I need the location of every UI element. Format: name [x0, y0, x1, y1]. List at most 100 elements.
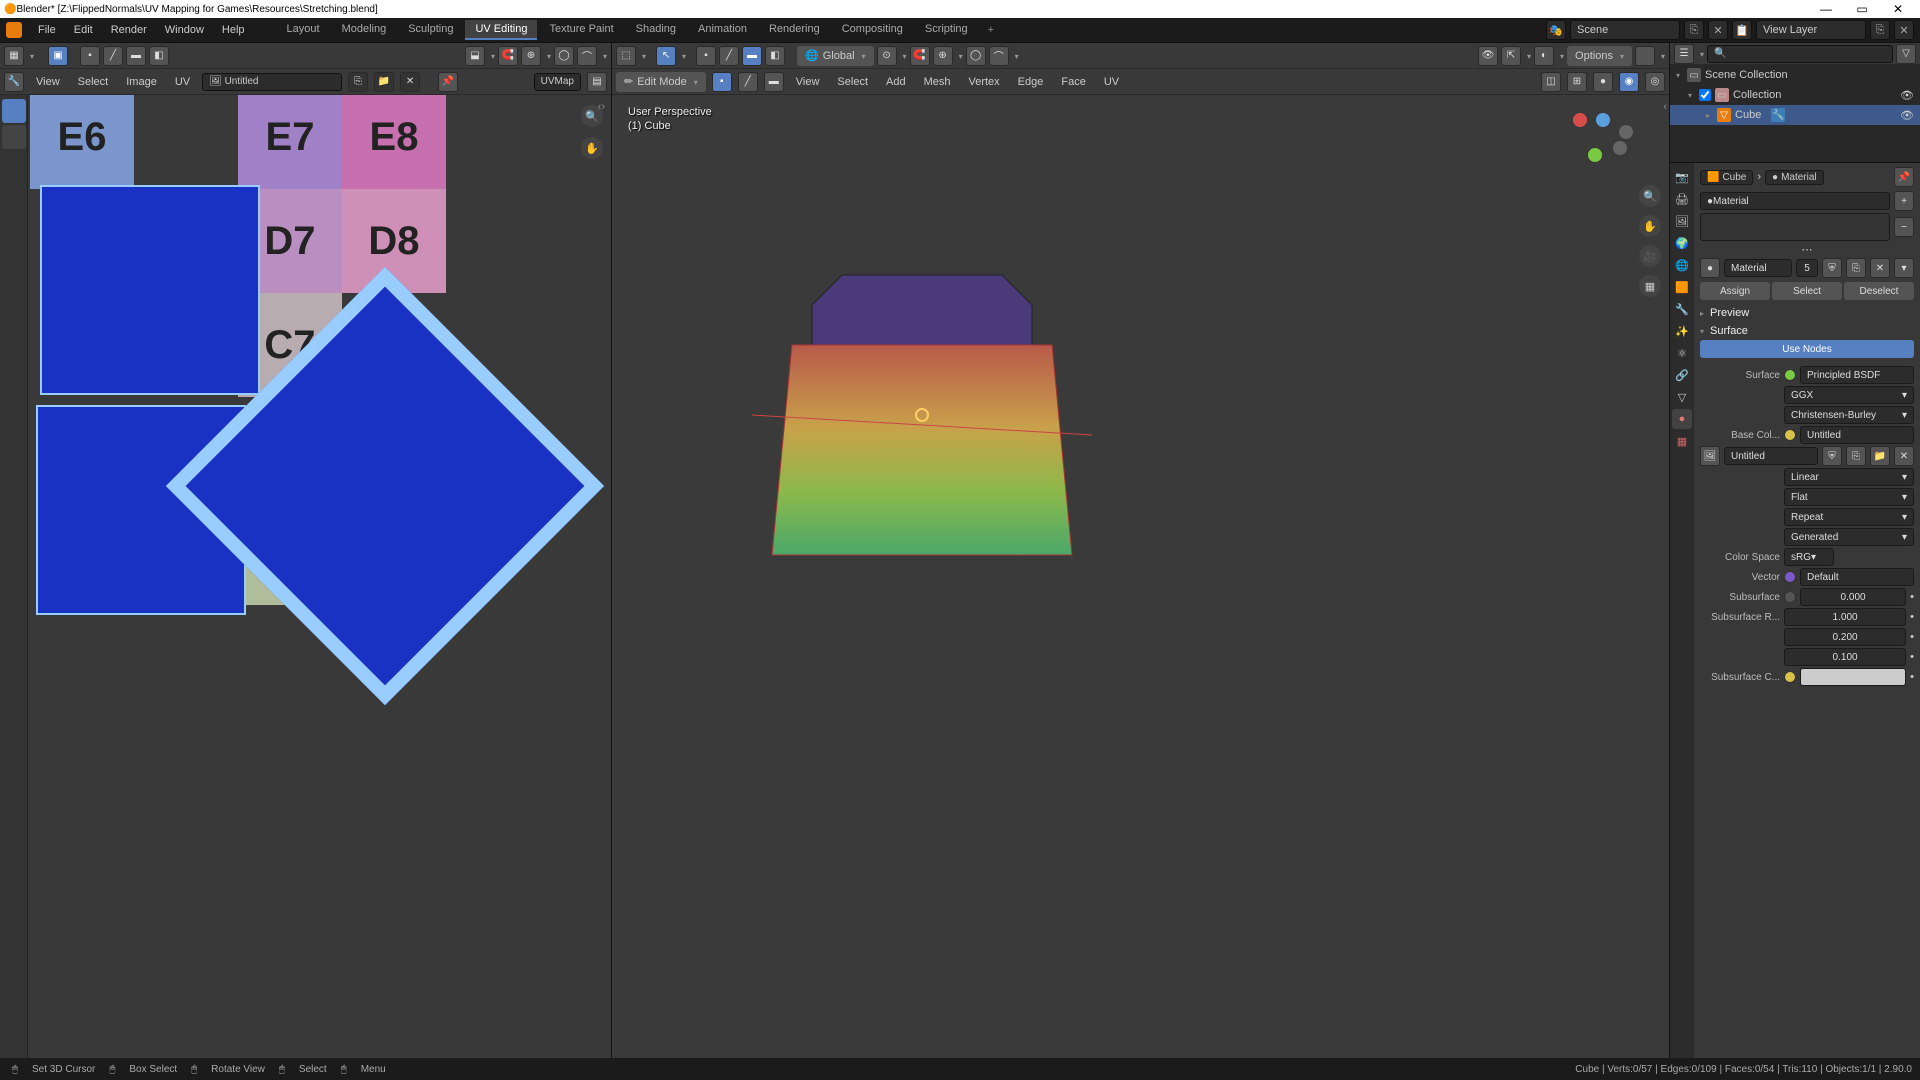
nav-gizmo[interactable] [1573, 113, 1633, 173]
modifier-icon[interactable]: 🔧 [1771, 108, 1785, 122]
extension-dropdown[interactable]: Repeat▾ [1784, 508, 1914, 526]
maximize-button[interactable]: ▭ [1844, 2, 1880, 16]
sr3-anim-icon[interactable]: • [1910, 651, 1914, 663]
scene-new-icon[interactable]: ⎘ [1684, 20, 1704, 40]
material-slot-empty[interactable] [1700, 213, 1890, 241]
uv-pan-icon[interactable]: ✋ [581, 137, 603, 159]
proptab-texture[interactable]: ▦ [1672, 431, 1692, 451]
vp-menu-uv[interactable]: UV [1098, 74, 1125, 90]
outliner-filter-icon[interactable]: ▽ [1896, 44, 1916, 64]
menu-window[interactable]: Window [157, 22, 212, 38]
tex-new-icon[interactable]: ⎘ [1846, 446, 1866, 466]
interp-dropdown[interactable]: Linear▾ [1784, 468, 1914, 486]
sr1-anim-icon[interactable]: • [1910, 611, 1914, 623]
vp-pivot-icon[interactable]: ⊙ [877, 46, 897, 66]
vector-socket-icon[interactable] [1784, 571, 1796, 583]
surface-shader-dropdown[interactable]: Principled BSDF [1800, 366, 1914, 384]
vp-orientation-dropdown[interactable]: 🌐 Global [797, 46, 874, 66]
vp-proportional-icon[interactable]: ◯ [966, 46, 986, 66]
subsurface-field[interactable]: 0.000 [1800, 588, 1906, 606]
editor-type-uv-icon[interactable]: ▦ [4, 46, 24, 66]
vp-component-face-icon[interactable]: ▬ [764, 72, 784, 92]
proptab-render[interactable]: 📷 [1672, 167, 1692, 187]
subsurface-r2-field[interactable]: 0.200 [1784, 628, 1906, 646]
menu-edit[interactable]: Edit [66, 22, 101, 38]
ws-compositing[interactable]: Compositing [832, 20, 913, 40]
menu-help[interactable]: Help [214, 22, 253, 38]
uv-sync-select-icon[interactable]: ▣ [48, 46, 68, 66]
vp-menu-mesh[interactable]: Mesh [918, 74, 957, 90]
slot-remove-icon[interactable]: − [1894, 217, 1914, 237]
vp-falloff-icon[interactable]: ⌒ [989, 46, 1009, 66]
subsurface-c-swatch[interactable] [1800, 668, 1906, 686]
uv-map-field[interactable]: UVMap [534, 73, 581, 91]
surface-socket-icon[interactable] [1784, 369, 1796, 381]
uv-tool-cursor[interactable] [2, 125, 26, 149]
subsurface-socket-icon[interactable] [1784, 591, 1796, 603]
vp-menu-vertex[interactable]: Vertex [962, 74, 1005, 90]
scene-delete-icon[interactable]: ✕ [1708, 20, 1728, 40]
uv-falloff-icon[interactable]: ⌒ [577, 46, 597, 66]
vp-menu-add[interactable]: Add [880, 74, 912, 90]
proptab-material[interactable]: ● [1672, 409, 1692, 429]
editor-type-3d-icon[interactable]: ⬚ [616, 46, 636, 66]
uv-snap-target-icon[interactable]: ⊕ [521, 46, 541, 66]
viewlayer-delete-icon[interactable]: ✕ [1894, 20, 1914, 40]
material-name-field[interactable]: Material [1724, 259, 1792, 277]
vp-shader-opts-icon[interactable] [1635, 46, 1655, 66]
ws-add-button[interactable]: + [980, 21, 1002, 39]
vp-selmode-face-icon[interactable]: ▬ [742, 46, 762, 66]
uv-sel-island-icon[interactable]: ◧ [149, 46, 169, 66]
outliner-search[interactable]: 🔍 [1707, 45, 1893, 63]
slot-menu-icon[interactable]: ⋯ [1802, 243, 1813, 256]
material-fake-icon[interactable]: ⛨ [1822, 258, 1842, 278]
tex-name-field[interactable]: Untitled [1724, 447, 1818, 465]
ws-texture-paint[interactable]: Texture Paint [539, 20, 623, 40]
uv-sel-vert-icon[interactable]: ▪ [80, 46, 100, 66]
proptab-particles[interactable]: ✨ [1672, 321, 1692, 341]
outliner-collection-row[interactable]: ▭ Collection 👁 [1670, 85, 1920, 105]
menu-file[interactable]: File [30, 22, 64, 38]
minimize-button[interactable]: — [1808, 2, 1844, 16]
sss-method-dropdown[interactable]: Christensen-Burley▾ [1784, 406, 1914, 424]
viewlayer-browse-icon[interactable]: 📋 [1732, 20, 1752, 40]
outliner-object-row[interactable]: ▽ Cube 🔧 👁 [1670, 105, 1920, 125]
proptab-viewlayer[interactable]: 🖼 [1672, 211, 1692, 231]
uv-toggle-sidebar[interactable]: ‹› [598, 101, 605, 113]
proptab-world[interactable]: 🌐 [1672, 255, 1692, 275]
ws-modeling[interactable]: Modeling [332, 20, 397, 40]
vp-menu-view[interactable]: View [790, 74, 826, 90]
use-nodes-button[interactable]: Use Nodes [1700, 340, 1914, 358]
dist-dropdown[interactable]: GGX▾ [1784, 386, 1914, 404]
material-slot[interactable]: ● Material [1700, 192, 1890, 210]
slot-add-icon[interactable]: + [1894, 191, 1914, 211]
vp-xray-icon[interactable]: ◫ [1541, 72, 1561, 92]
vp-visibility-icon[interactable]: 👁 [1478, 46, 1498, 66]
deselect-button[interactable]: Deselect [1844, 282, 1914, 300]
uv-proportional-icon[interactable]: ◯ [554, 46, 574, 66]
vp-selmode-vert-icon[interactable]: ▪ [696, 46, 716, 66]
vp-menu-select[interactable]: Select [831, 74, 874, 90]
object-visibility-icon[interactable]: 👁 [1900, 109, 1914, 122]
ws-scripting[interactable]: Scripting [915, 20, 978, 40]
prop-pin-icon[interactable]: 📌 [1894, 167, 1914, 187]
uv-image-unlink-icon[interactable]: ✕ [400, 72, 420, 92]
vp-selmode-edge-icon[interactable]: ╱ [719, 46, 739, 66]
scene-browse-icon[interactable]: 🎭 [1546, 20, 1566, 40]
uv-menu-uv[interactable]: UV [169, 74, 196, 90]
gizmo-z-icon[interactable] [1596, 113, 1610, 127]
sr2-anim-icon[interactable]: • [1910, 631, 1914, 643]
vp-snap-target-icon[interactable]: ⊕ [933, 46, 953, 66]
subsurface-c-socket-icon[interactable] [1784, 671, 1796, 683]
colorspace-dropdown[interactable]: sRG ▾ [1784, 548, 1834, 566]
gizmo-y-icon[interactable] [1588, 148, 1602, 162]
proptab-physics[interactable]: ⚛ [1672, 343, 1692, 363]
vp-shading-rendered-icon[interactable]: ◎ [1645, 72, 1665, 92]
uv-menu-image[interactable]: Image [120, 74, 163, 90]
ws-layout[interactable]: Layout [277, 20, 330, 40]
material-browse-icon[interactable]: ● [1700, 258, 1720, 278]
material-users[interactable]: 5 [1796, 259, 1818, 277]
uv-pin-icon[interactable]: 📌 [438, 72, 458, 92]
vp-select-tool-icon[interactable]: ↖ [656, 46, 676, 66]
proptab-modifier[interactable]: 🔧 [1672, 299, 1692, 319]
